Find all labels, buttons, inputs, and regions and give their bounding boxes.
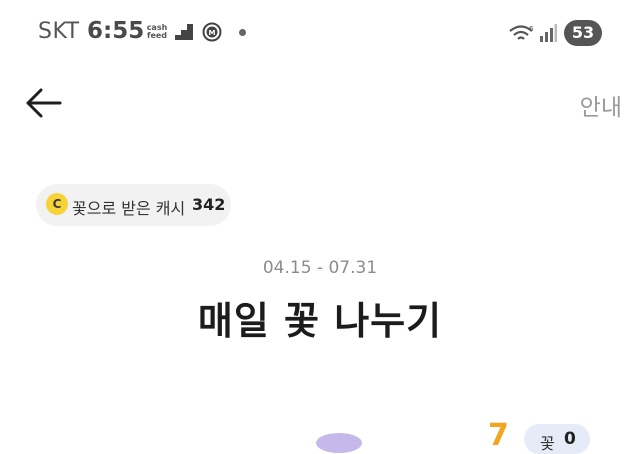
wifi-icon: 6: [509, 25, 534, 40]
svg-text:M: M: [209, 29, 216, 37]
svg-text:6: 6: [529, 25, 534, 33]
battery-icon: 53: [564, 20, 602, 46]
guide-button[interactable]: 안내: [580, 88, 622, 122]
flower-cash-chip[interactable]: C 꽃으로 받은 캐시 342: [36, 184, 231, 226]
day-count-badge: 7: [488, 418, 509, 453]
flower-pill-label: 꽃: [540, 434, 555, 453]
flower-count-pill[interactable]: 꽃 0: [524, 424, 590, 454]
flower-illustration: [316, 433, 362, 453]
dot-icon: [239, 29, 246, 36]
cash-chip-label: 꽃으로 받은 캐시: [72, 199, 186, 218]
status-bar: SKT 6:55 cash feed M 6 53: [0, 0, 640, 64]
coin-icon: C: [46, 193, 68, 215]
event-period: 04.15 - 07.31: [262, 258, 378, 278]
stairs-icon: [175, 24, 193, 40]
status-time: 6:55: [87, 18, 145, 44]
back-arrow-icon[interactable]: [24, 86, 64, 120]
cash-chip-value: 342: [192, 195, 226, 214]
page-title: 매일 꽃 나누기: [197, 299, 443, 343]
signal-icon: [540, 24, 557, 42]
cashfeed-icon: cash feed: [146, 23, 168, 40]
carrier-label: SKT: [38, 19, 80, 44]
flower-pill-count: 0: [564, 429, 576, 449]
m-circle-icon: M: [202, 22, 222, 42]
